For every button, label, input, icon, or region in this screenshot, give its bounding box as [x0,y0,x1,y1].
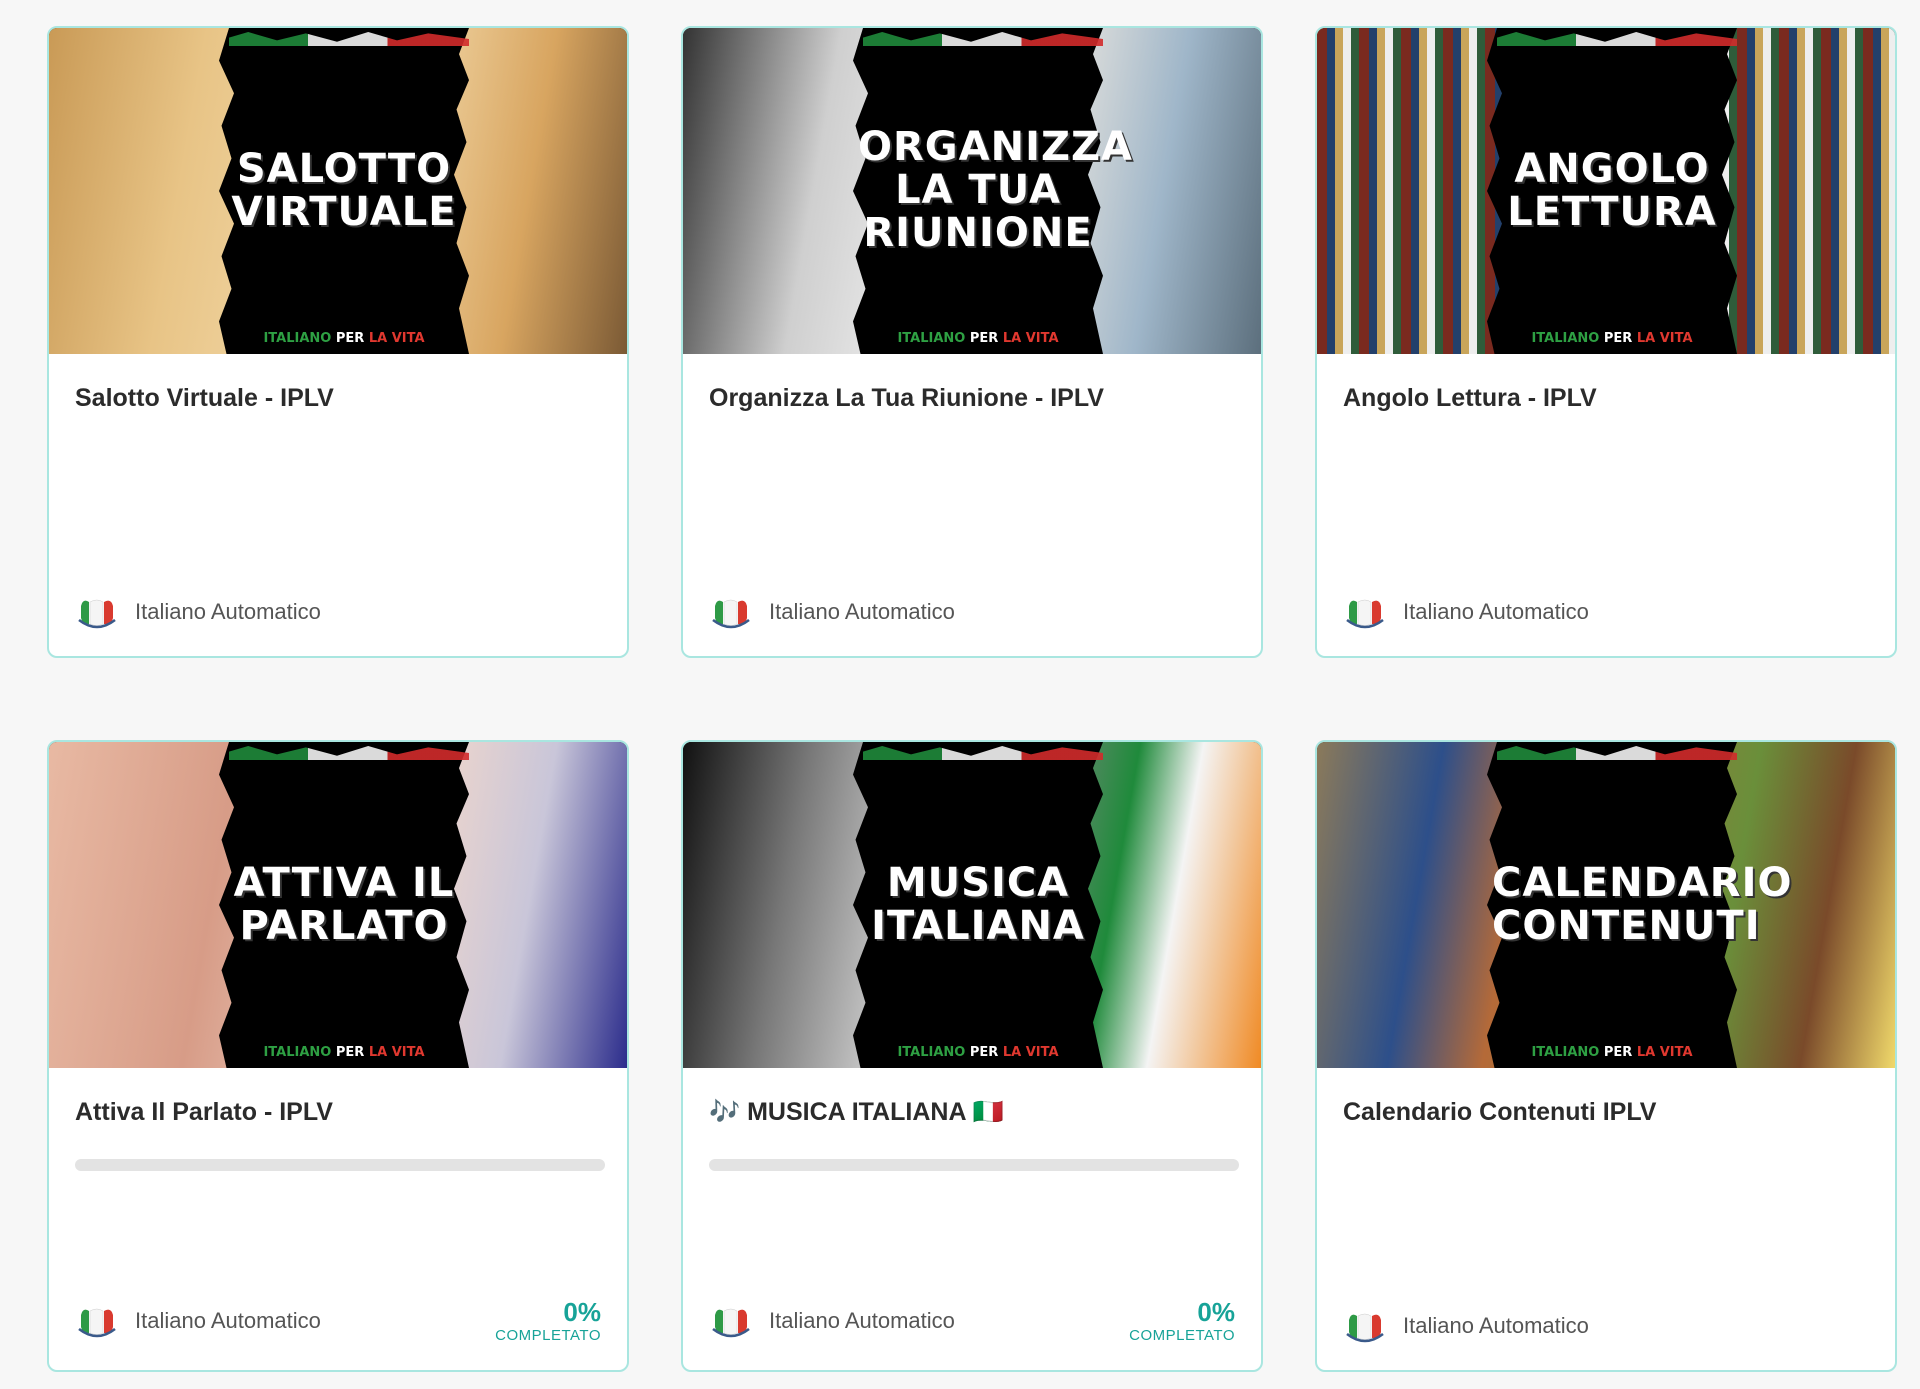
course-thumbnail[interactable]: SALOTTO VIRTUALE ITALIANO PER LA VITA [49,28,627,354]
brand-word: ITALIANO [1531,1045,1600,1060]
author-name: Italiano Automatico [135,1308,321,1334]
thumbnail-title-art: ORGANIZZA LA TUA RIUNIONE [858,124,1133,257]
progress-percent: 0% [563,1297,601,1328]
course-title[interactable]: Angolo Lettura - IPLV [1343,384,1869,413]
card-footer: Italiano Automatico [75,594,601,630]
thumbnail-title-art: CALENDARIO CONTENUTI [1492,859,1793,949]
brand-word: LA VITA [1002,331,1059,346]
brand-word: PER [335,1045,365,1060]
italiano-automatico-logo-icon [709,594,753,630]
card-footer: Italiano Automatico [709,594,1235,630]
author-name: Italiano Automatico [1403,1313,1589,1338]
course-title[interactable]: Attiva Il Parlato - IPLV [75,1098,601,1127]
brand-word: LA VITA [1636,331,1693,346]
course-grid: SALOTTO VIRTUALE ITALIANO PER LA VITA Salo… [47,26,1897,1372]
progress-label: COMPLETATO [495,1327,601,1344]
progress-label: COMPLETATO [1129,1327,1235,1344]
card-body: Organizza La Tua Riunione - IPLV Italiano… [683,354,1261,656]
brand-word: PER [969,1045,999,1060]
thumbnail-title-art: MUSICA ITALIANA [871,859,1085,949]
thumbnail-title-art: SALOTTO VIRTUALE [231,145,457,235]
brand-word: PER [335,331,365,346]
card-body: Calendario Contenuti IPLV Italiano Automa… [1317,1068,1895,1370]
course-title[interactable]: Organizza La Tua Riunione - IPLV [709,384,1235,413]
course-card[interactable]: CALENDARIO CONTENUTI ITALIANO PER LA VITA… [1315,740,1897,1372]
author-name: Italiano Automatico [769,1308,955,1334]
card-body: Angolo Lettura - IPLV Italiano Automatico [1317,354,1895,656]
thumbnail-brand: ITALIANO PER LA VITA [858,1045,1098,1060]
author-name: Italiano Automatico [769,599,955,624]
italiano-automatico-logo-icon [1343,594,1387,630]
course-card[interactable]: ATTIVA IL PARLATO ITALIANO PER LA VITA Att… [47,740,629,1372]
progress-bar [75,1159,605,1171]
author-name: Italiano Automatico [1403,599,1589,624]
brand-word: LA VITA [1002,1045,1059,1060]
brand-word: LA VITA [1636,1045,1693,1060]
course-thumbnail[interactable]: ORGANIZZA LA TUA RIUNIONE ITALIANO PER LA… [683,28,1261,354]
thumbnail-brand: ITALIANO PER LA VITA [1492,331,1732,346]
brand-word: LA VITA [368,331,425,346]
card-footer: Italiano Automatico [1343,594,1869,630]
card-footer: Italiano Automatico 0% COMPLETATO [75,1298,601,1344]
thumbnail-title-art: ATTIVA IL PARLATO [233,859,455,949]
card-body: Attiva Il Parlato - IPLV Italiano Automat… [49,1068,627,1370]
progress-bar [709,1159,1239,1171]
progress-percent: 0% [1197,1297,1235,1328]
thumbnail-brand: ITALIANO PER LA VITA [858,331,1098,346]
brand-word: PER [1603,1045,1633,1060]
thumbnail-brand: ITALIANO PER LA VITA [224,1045,464,1060]
brand-word: PER [969,331,999,346]
course-thumbnail[interactable]: CALENDARIO CONTENUTI ITALIANO PER LA VITA [1317,742,1895,1068]
thumbnail-brand: ITALIANO PER LA VITA [1492,1045,1732,1060]
brand-word: ITALIANO [897,331,966,346]
course-card[interactable]: ANGOLO LETTURA ITALIANO PER LA VITA Angolo… [1315,26,1897,658]
progress-status: 0% COMPLETATO [495,1298,601,1344]
course-title[interactable]: Calendario Contenuti IPLV [1343,1098,1869,1127]
brand-word: ITALIANO [263,331,332,346]
brand-word: PER [1603,331,1633,346]
italiano-automatico-logo-icon [75,1303,119,1339]
brand-word: ITALIANO [1531,331,1600,346]
course-thumbnail[interactable]: MUSICA ITALIANA ITALIANO PER LA VITA [683,742,1261,1068]
course-thumbnail[interactable]: ATTIVA IL PARLATO ITALIANO PER LA VITA [49,742,627,1068]
italiano-automatico-logo-icon [709,1303,753,1339]
brand-word: LA VITA [368,1045,425,1060]
course-title[interactable]: 🎶 MUSICA ITALIANA 🇮🇹 [709,1098,1235,1127]
course-title[interactable]: Salotto Virtuale - IPLV [75,384,601,413]
course-card[interactable]: ORGANIZZA LA TUA RIUNIONE ITALIANO PER LA… [681,26,1263,658]
brand-word: ITALIANO [263,1045,332,1060]
card-body: 🎶 MUSICA ITALIANA 🇮🇹 Italiano Automatico 0… [683,1068,1261,1370]
card-footer: Italiano Automatico 0% COMPLETATO [709,1298,1235,1344]
course-thumbnail[interactable]: ANGOLO LETTURA ITALIANO PER LA VITA [1317,28,1895,354]
thumbnail-title-art: ANGOLO LETTURA [1507,145,1717,235]
progress-status: 0% COMPLETATO [1129,1298,1235,1344]
course-card[interactable]: MUSICA ITALIANA ITALIANO PER LA VITA 🎶 MUS… [681,740,1263,1372]
thumbnail-brand: ITALIANO PER LA VITA [224,331,464,346]
course-card[interactable]: SALOTTO VIRTUALE ITALIANO PER LA VITA Salo… [47,26,629,658]
brand-word: ITALIANO [897,1045,966,1060]
italiano-automatico-logo-icon [75,594,119,630]
italiano-automatico-logo-icon [1343,1308,1387,1344]
author-name: Italiano Automatico [135,599,321,624]
card-body: Salotto Virtuale - IPLV Italiano Automati… [49,354,627,656]
card-footer: Italiano Automatico [1343,1308,1869,1344]
